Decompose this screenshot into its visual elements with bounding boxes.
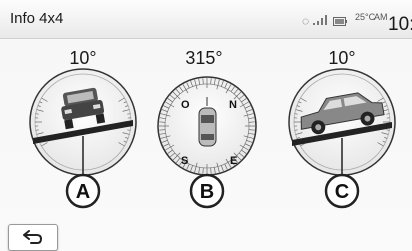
gauge-label-a: A <box>65 173 101 209</box>
pitch-gauge <box>29 68 137 176</box>
gauge-label-c: C <box>324 173 360 209</box>
screen: Info 4x4 ◌ 25°C AM 10:15 10° 315° 10° <box>0 0 412 251</box>
back-arrow-icon <box>23 230 42 244</box>
compass-letter-west: O <box>181 99 190 111</box>
gauges-graphic: O N S E A B C <box>29 68 396 209</box>
roll-gauge <box>288 68 396 176</box>
gauge-label-a-text: A <box>76 181 90 203</box>
compass-letter-south: S <box>181 155 188 167</box>
compass-letter-north: N <box>229 99 237 111</box>
compass-gauge: O N S E <box>157 76 257 176</box>
gauge-label-c-text: C <box>335 181 349 203</box>
gauge-label-b-text: B <box>200 181 214 203</box>
back-button[interactable] <box>8 224 58 251</box>
gauge-label-b: B <box>189 173 225 209</box>
compass-letter-east: E <box>230 155 237 167</box>
